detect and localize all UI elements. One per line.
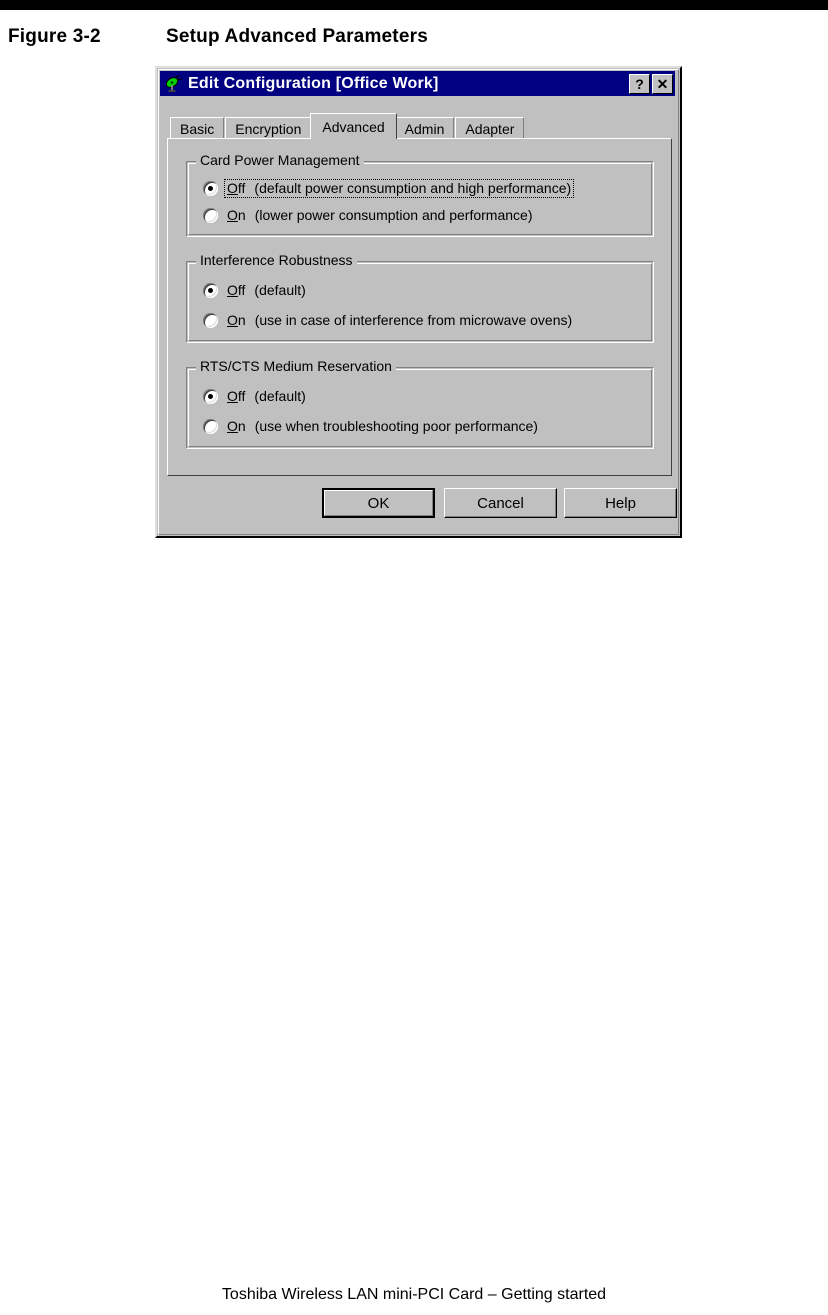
titlebar-buttons: ? ✕ <box>629 73 673 94</box>
radio-description: (use when troubleshooting poor performan… <box>254 418 538 434</box>
radio-label-rest: n <box>237 418 246 434</box>
tab-label: Admin <box>404 120 445 137</box>
radio-card-power-off[interactable]: Off (default power consumption and high p… <box>203 178 575 199</box>
satellite-dish-icon <box>163 74 183 94</box>
tab-label: Advanced <box>322 118 385 135</box>
page-top-rule <box>0 0 828 10</box>
radio-indicator[interactable] <box>203 208 218 224</box>
group-interference-robustness: Interference Robustness Off (default) On (… <box>186 253 654 343</box>
radio-rts-cts-on[interactable]: On (use when troubleshooting poor perform… <box>203 418 540 435</box>
radio-indicator[interactable] <box>203 283 218 299</box>
radio-description: (default power consumption and high perf… <box>254 180 572 196</box>
radio-description: (use in case of interference from microw… <box>254 312 573 328</box>
radio-accel-char: O <box>227 418 238 434</box>
radio-rts-cts-off[interactable]: Off (default) <box>203 388 308 405</box>
radio-label-rest: ff <box>237 388 246 404</box>
radio-accel-char: O <box>227 180 238 196</box>
button-label: OK <box>367 494 390 512</box>
radio-indicator[interactable] <box>203 313 218 329</box>
radio-label: Off (default power consumption and high p… <box>223 178 575 199</box>
radio-label-rest: n <box>237 207 246 223</box>
button-label: Cancel <box>477 494 524 512</box>
tab-label: Encryption <box>235 120 302 137</box>
ok-button[interactable]: OK <box>322 488 435 518</box>
advanced-tab-panel: Card Power Management Off (default power … <box>167 138 672 476</box>
radio-accel-char: O <box>227 312 238 328</box>
radio-accel-char: O <box>227 388 238 404</box>
cancel-button[interactable]: Cancel <box>444 488 557 518</box>
group-title: RTS/CTS Medium Reservation <box>196 359 396 373</box>
figure-title: Setup Advanced Parameters <box>166 26 428 47</box>
radio-indicator[interactable] <box>203 419 218 435</box>
group-title: Card Power Management <box>196 153 364 167</box>
group-card-power-management: Card Power Management Off (default power … <box>186 153 654 237</box>
radio-label: On (use when troubleshooting poor perform… <box>225 418 540 435</box>
figure-caption: Figure 3-2 Setup Advanced Parameters <box>8 26 428 48</box>
tab-label: Adapter <box>465 120 515 137</box>
tab-encryption[interactable]: Encryption <box>225 117 312 139</box>
radio-interference-off[interactable]: Off (default) <box>203 282 308 299</box>
dialog-titlebar[interactable]: Edit Configuration [Office Work] ? ✕ <box>160 71 675 96</box>
tab-adapter[interactable]: Adapter <box>455 117 525 139</box>
dialog-button-row: OK Cancel Help <box>157 488 680 528</box>
radio-interference-on[interactable]: On (use in case of interference from micr… <box>203 312 574 329</box>
tab-basic[interactable]: Basic <box>170 117 225 139</box>
radio-card-power-on[interactable]: On (lower power consumption and performan… <box>203 207 535 224</box>
group-rts-cts-medium-reservation: RTS/CTS Medium Reservation Off (default) … <box>186 359 654 449</box>
dialog-title: Edit Configuration [Office Work] <box>188 74 439 92</box>
radio-label: Off (default) <box>225 282 308 299</box>
group-title: Interference Robustness <box>196 253 357 267</box>
radio-accel-char: O <box>227 282 238 298</box>
close-icon[interactable]: ✕ <box>652 73 673 94</box>
page-footer: Toshiba Wireless LAN mini-PCI Card – Get… <box>221 1286 607 1303</box>
radio-description: (default) <box>254 388 306 404</box>
tab-label: Basic <box>180 120 215 137</box>
edit-configuration-dialog: Edit Configuration [Office Work] ? ✕ Bas… <box>155 66 682 538</box>
radio-label: On (use in case of interference from micr… <box>225 312 574 329</box>
radio-description: (lower power consumption and performance… <box>254 207 533 223</box>
radio-label: Off (default) <box>225 388 308 405</box>
radio-label: On (lower power consumption and performan… <box>225 207 535 224</box>
radio-label-rest: ff <box>237 180 246 196</box>
radio-label-rest: n <box>237 312 246 328</box>
radio-description: (default) <box>254 282 306 298</box>
tab-admin[interactable]: Admin <box>394 117 455 139</box>
radio-label-rest: ff <box>237 282 246 298</box>
radio-indicator[interactable] <box>203 181 218 197</box>
tabstrip: Basic Encryption Advanced Admin Adapter <box>170 113 670 139</box>
tab-advanced[interactable]: Advanced <box>310 113 397 139</box>
button-label: Help <box>605 494 636 512</box>
figure-number: Figure 3-2 <box>8 26 101 47</box>
help-icon[interactable]: ? <box>629 73 650 94</box>
help-button[interactable]: Help <box>564 488 677 518</box>
radio-indicator[interactable] <box>203 389 218 405</box>
radio-accel-char: O <box>227 207 238 223</box>
